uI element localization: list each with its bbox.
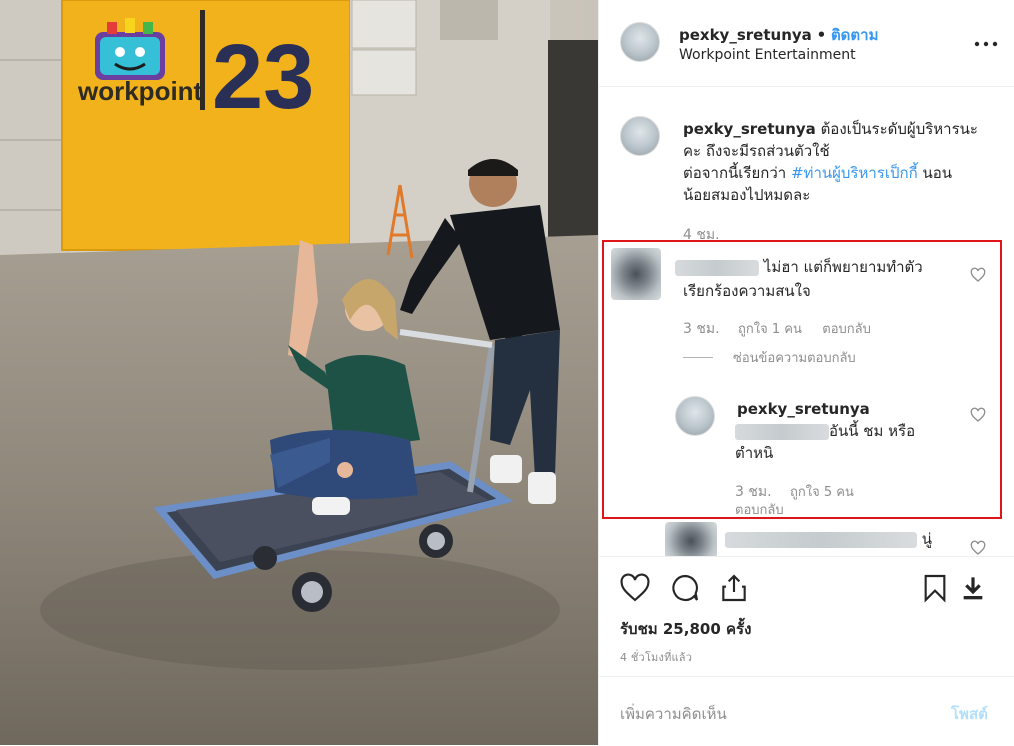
author-line: pexky_sretunya • ติดตาม — [679, 24, 878, 46]
caption-username[interactable]: pexky_sretunya — [683, 120, 816, 138]
sign-number-text: 23 — [212, 26, 314, 128]
caption-line-2: คะ ถึงจะมีรถส่วนตัวใช้ — [683, 142, 830, 160]
post-footer: รับชม 25,800 ครั้ง 4 ชั่วโมงที่แล้ว เพิ่… — [599, 556, 1014, 746]
share-icon[interactable] — [718, 572, 750, 604]
caption-hashtag[interactable]: #ท่านผู้บริหารเป็กกี้ — [791, 164, 918, 182]
bookmark-icon[interactable] — [919, 572, 951, 604]
caption-line-1: pexky_sretunya ต้องเป็นระดับผู้บริหารนะ — [683, 118, 978, 140]
caption-line-4: น้อยสมองไปหมดละ — [683, 186, 811, 204]
compose-divider — [599, 676, 1014, 677]
partial-comment-heart-icon[interactable] — [970, 540, 986, 556]
post-location[interactable]: Workpoint Entertainment — [679, 44, 856, 66]
post-video[interactable]: workpoint 23 — [0, 0, 598, 745]
follow-button[interactable]: ติดตาม — [831, 26, 879, 44]
partial-comment-blurred — [725, 531, 917, 548]
caption-text-3: ต่อจากนี้เรียกว่า — [683, 164, 787, 182]
more-options-icon[interactable] — [973, 36, 999, 50]
partial-comment-text: นู่ — [921, 530, 933, 548]
caption-text-1: ต้องเป็นระดับผู้บริหารนะ — [820, 120, 978, 138]
sign-brand-text: workpoint — [77, 76, 203, 106]
caption-avatar[interactable] — [620, 116, 660, 156]
download-icon[interactable] — [957, 572, 989, 604]
highlight-box — [602, 240, 1002, 519]
video-frame: workpoint 23 — [0, 0, 598, 745]
comment-icon[interactable] — [669, 572, 701, 604]
caption-text-3b: นอน — [922, 164, 952, 182]
post-header: pexky_sretunya • ติดตาม Workpoint Entert… — [599, 0, 1014, 87]
post-timestamp[interactable]: 4 ชั่วโมงที่แล้ว — [620, 647, 692, 669]
author-username[interactable]: pexky_sretunya — [679, 26, 812, 44]
partial-commenter-avatar[interactable] — [665, 522, 717, 560]
follow-separator: • — [816, 26, 827, 44]
view-count[interactable]: รับชม 25,800 ครั้ง — [620, 618, 751, 640]
heart-icon[interactable] — [619, 572, 651, 604]
add-comment-input[interactable]: เพิ่มความคิดเห็น — [620, 703, 727, 725]
author-avatar[interactable] — [620, 22, 660, 62]
post-comment-button[interactable]: โพสต์ — [951, 703, 988, 725]
caption-line-3: ต่อจากนี้เรียกว่า #ท่านผู้บริหารเป็กกี้ … — [683, 162, 952, 184]
partial-comment-line: นู่ — [725, 528, 932, 550]
